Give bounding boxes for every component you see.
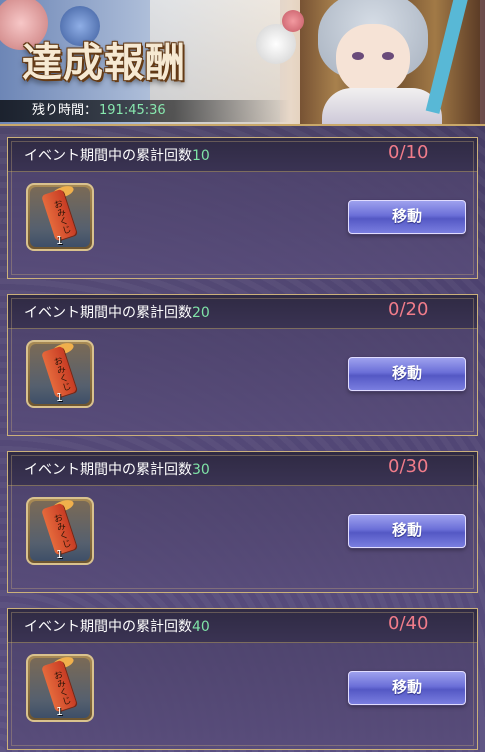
mission-label: イベント期間中の累計回数20 xyxy=(24,302,210,322)
mission-label: イベント期間中の累計回数40 xyxy=(24,616,210,636)
mission-progress: 0/10 xyxy=(388,142,429,163)
character-eye xyxy=(382,52,394,60)
mission-label-text: イベント期間中の累計回数 xyxy=(24,148,192,164)
mission-progress: 0/30 xyxy=(388,456,429,477)
move-button[interactable]: 移動 xyxy=(348,357,466,391)
mission-header: イベント期間中の累計回数20 0/20 xyxy=(8,295,477,329)
mission-progress: 0/20 xyxy=(388,299,429,320)
page-title: 達成報酬 xyxy=(22,39,186,86)
move-button[interactable]: 移動 xyxy=(348,200,466,234)
mission-header: イベント期間中の累計回数30 0/30 xyxy=(8,452,477,486)
mission-progress: 0/40 xyxy=(388,613,429,634)
reward-quantity: 1 xyxy=(56,548,63,561)
mission-card: イベント期間中の累計回数30 0/30 おみくじ 1 移動 xyxy=(7,451,478,593)
mission-target: 10 xyxy=(192,148,210,164)
reward-item-omikuji[interactable]: おみくじ 1 xyxy=(26,654,94,722)
mission-card: イベント期間中の累計回数20 0/20 おみくじ 1 移動 xyxy=(7,294,478,436)
remaining-time-label: 残り時間： xyxy=(32,103,98,118)
remaining-time: 残り時間： 191:45:36 xyxy=(0,100,290,122)
reward-item-omikuji[interactable]: おみくじ 1 xyxy=(26,497,94,565)
reward-quantity: 1 xyxy=(56,234,63,247)
mission-target: 20 xyxy=(192,305,210,321)
header-banner: 達成報酬 残り時間： 191:45:36 xyxy=(0,0,485,126)
mission-label-text: イベント期間中の累計回数 xyxy=(24,462,192,478)
mission-header: イベント期間中の累計回数10 0/10 xyxy=(8,138,477,172)
mission-target: 30 xyxy=(192,462,210,478)
reward-quantity: 1 xyxy=(56,391,63,404)
character-body xyxy=(322,88,442,124)
move-button[interactable]: 移動 xyxy=(348,514,466,548)
character-eye xyxy=(352,52,364,60)
move-button[interactable]: 移動 xyxy=(348,671,466,705)
mission-card: イベント期間中の累計回数40 0/40 おみくじ 1 移動 xyxy=(7,608,478,750)
remaining-time-value: 191:45:36 xyxy=(99,103,166,118)
rose-decoration xyxy=(282,10,304,32)
reward-item-omikuji[interactable]: おみくじ 1 xyxy=(26,183,94,251)
mission-label-text: イベント期間中の累計回数 xyxy=(24,619,192,635)
character-face xyxy=(336,24,410,96)
mission-target: 40 xyxy=(192,619,210,635)
reward-quantity: 1 xyxy=(56,705,63,718)
mission-label: イベント期間中の累計回数30 xyxy=(24,459,210,479)
mission-card: イベント期間中の累計回数10 0/10 おみくじ 1 移動 xyxy=(7,137,478,279)
mission-header: イベント期間中の累計回数40 0/40 xyxy=(8,609,477,643)
mission-label: イベント期間中の累計回数10 xyxy=(24,145,210,165)
mission-label-text: イベント期間中の累計回数 xyxy=(24,305,192,321)
reward-item-omikuji[interactable]: おみくじ 1 xyxy=(26,340,94,408)
